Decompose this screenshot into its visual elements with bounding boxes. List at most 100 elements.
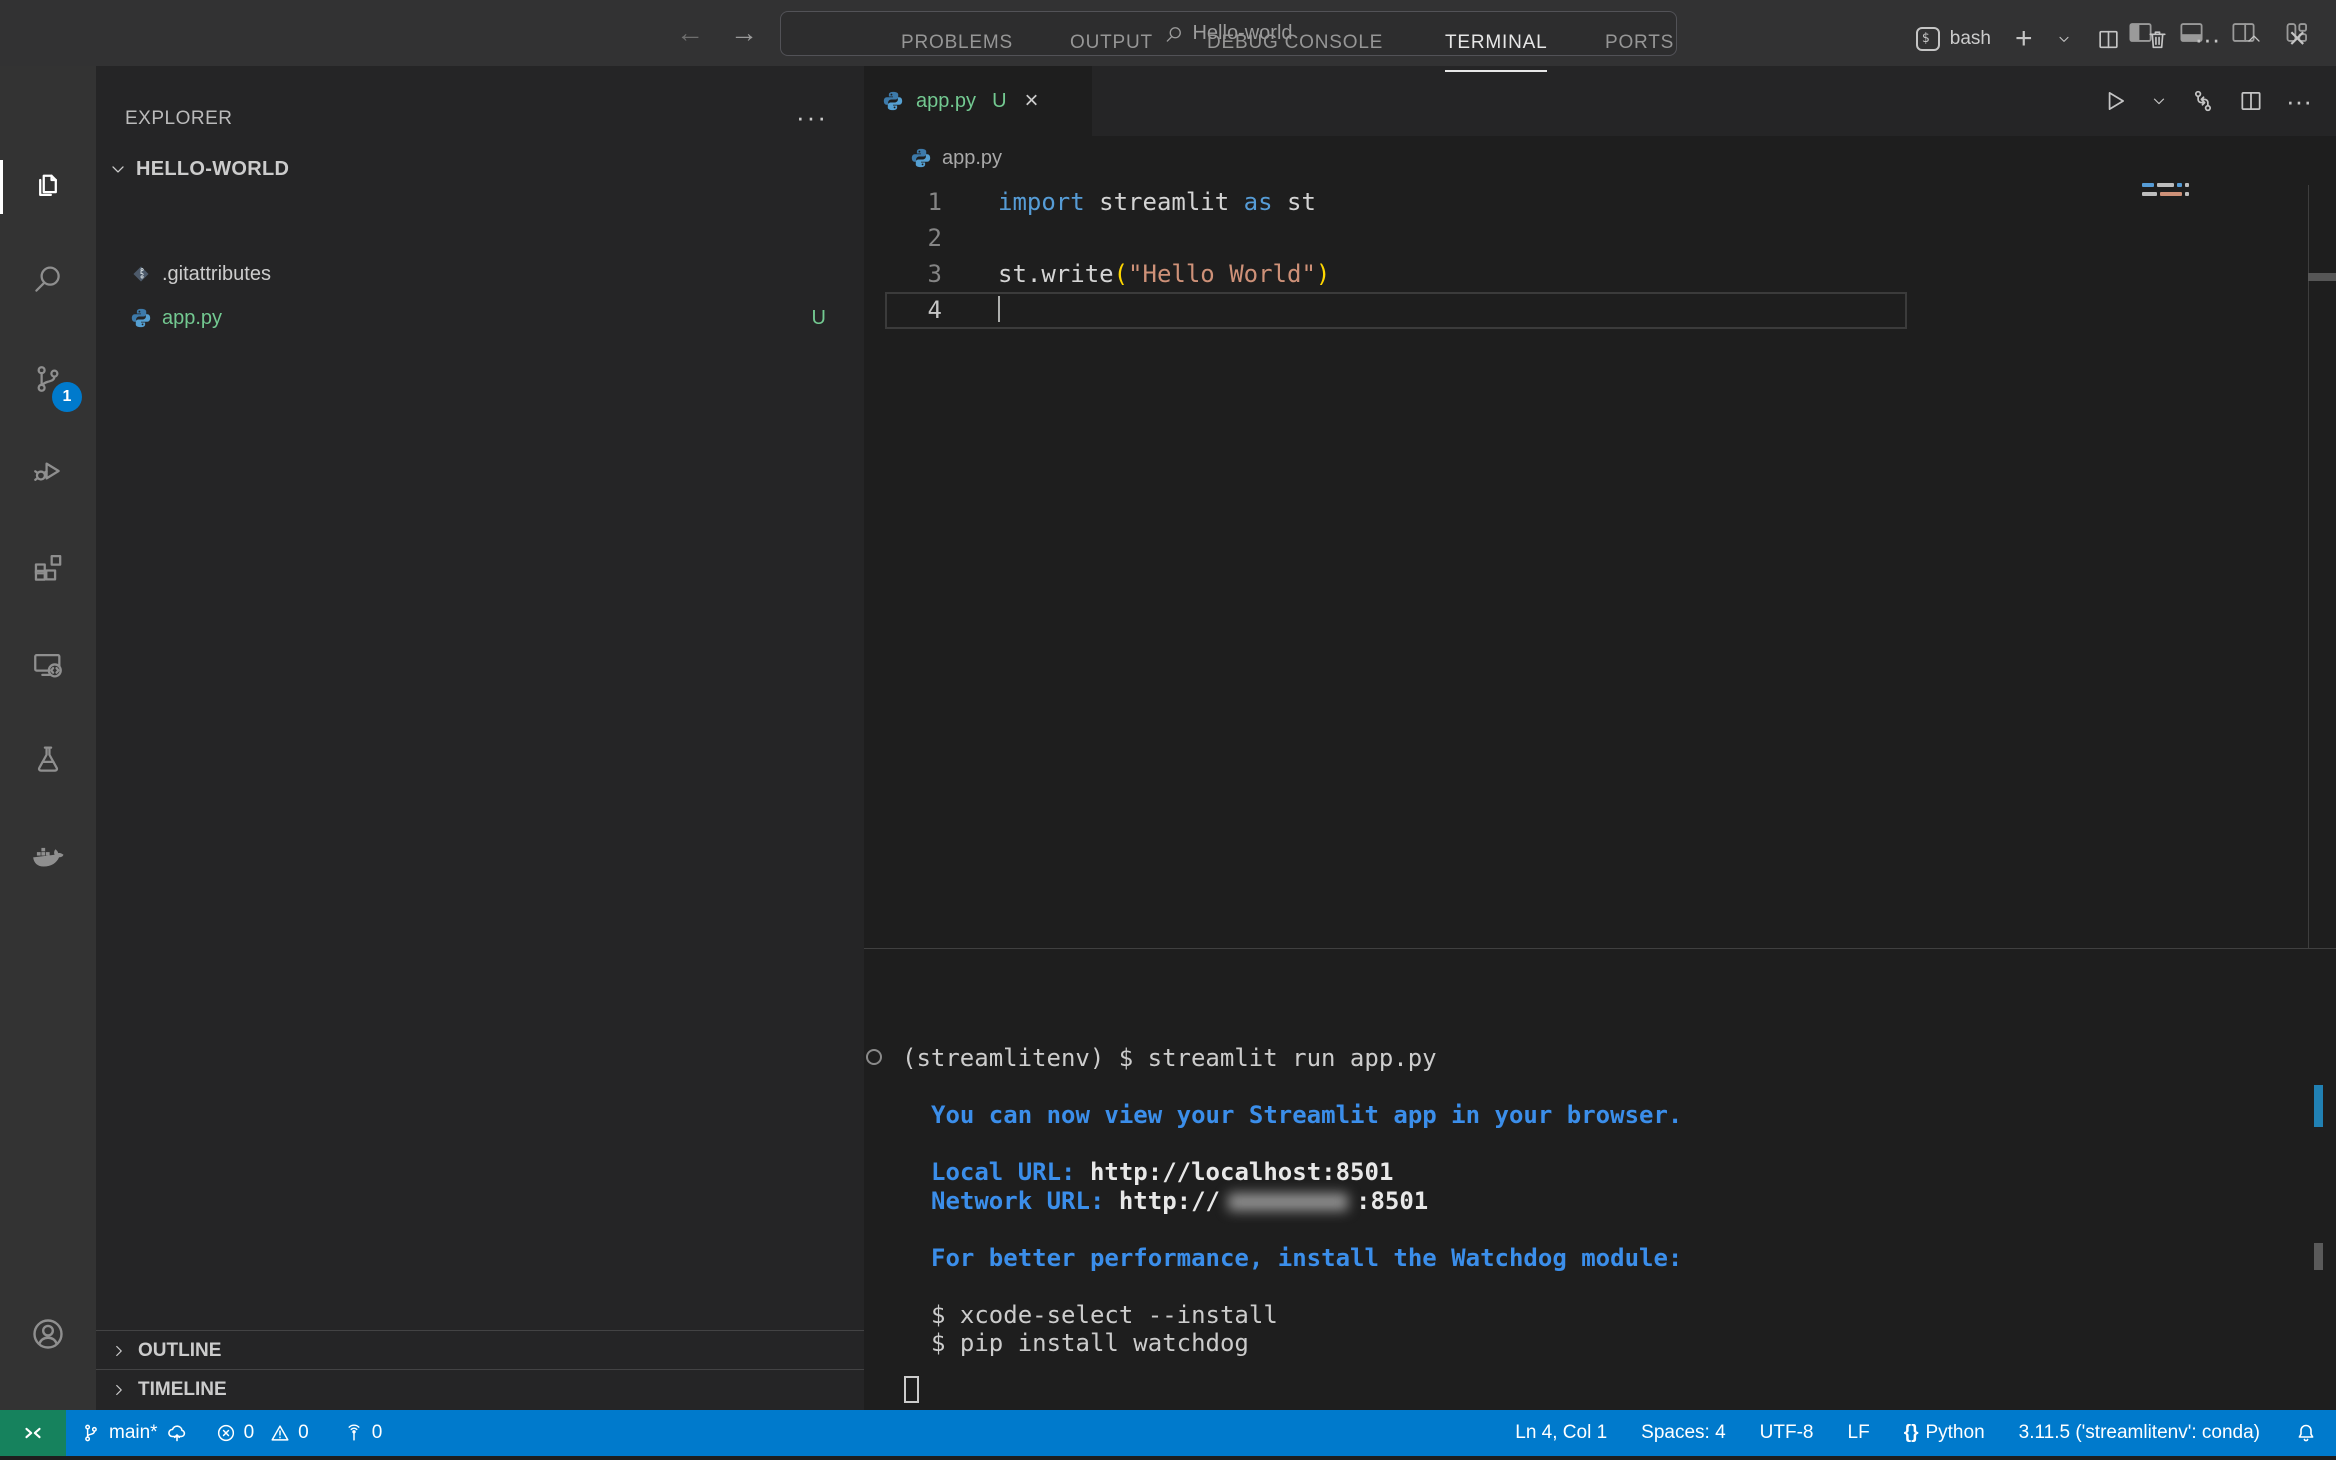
errors-icon xyxy=(215,1422,237,1444)
activity-bar: 1 ⚙ xyxy=(0,66,96,1410)
run-dropdown-chevron-icon[interactable] xyxy=(2150,92,2168,110)
remote-icon xyxy=(20,1420,46,1446)
breadcrumb[interactable]: app.py xyxy=(864,136,2336,180)
tab-debug-console[interactable]: DEBUG CONSOLE xyxy=(1207,28,1383,70)
warnings-count: 0 xyxy=(298,1422,309,1444)
terminal-line: $ xcode-select --install xyxy=(902,1301,1682,1330)
explorer-sidebar: EXPLORER ··· HELLO-WORLD .gitattributes … xyxy=(96,66,864,1410)
tab-terminal[interactable]: TERMINAL xyxy=(1445,28,1547,72)
redacted-ip xyxy=(1228,1193,1348,1211)
outline-section-header[interactable]: OUTLINE xyxy=(96,1330,864,1370)
ports-count: 0 xyxy=(372,1422,383,1444)
timeline-label: TIMELINE xyxy=(138,1379,227,1401)
close-panel-icon[interactable]: × xyxy=(2288,26,2306,52)
python-file-icon xyxy=(910,147,932,169)
account-icon xyxy=(30,1316,66,1352)
sidebar-item-run-debug[interactable] xyxy=(0,439,96,503)
language-mode-item[interactable]: {} Python xyxy=(1904,1410,1985,1456)
publish-cloud-icon xyxy=(165,1421,189,1445)
editor-cursor xyxy=(998,296,1000,322)
remote-indicator[interactable] xyxy=(0,1410,66,1456)
terminal-launch-chevron-icon[interactable] xyxy=(2056,31,2072,47)
terminal-line: $ pip install watchdog xyxy=(902,1329,1682,1358)
folder-name: HELLO-WORLD xyxy=(136,158,289,181)
editor-scrollbar-thumb[interactable] xyxy=(2308,273,2336,281)
branch-status-item[interactable]: main* xyxy=(80,1410,189,1456)
git-branch-icon xyxy=(80,1422,102,1444)
folder-row-hello-world[interactable]: HELLO-WORLD xyxy=(96,147,864,191)
sidebar-item-search[interactable] xyxy=(0,247,96,311)
sidebar-item-docker[interactable] xyxy=(0,824,96,888)
terminal-line: You can now view your Streamlit app in y… xyxy=(902,1101,1682,1130)
branch-label: main* xyxy=(109,1422,158,1444)
terminal-output[interactable]: (streamlitenv) $ streamlit run app.py Yo… xyxy=(902,1044,1682,1358)
sidebar-item-extensions[interactable] xyxy=(0,536,96,600)
run-python-file-icon[interactable] xyxy=(2102,88,2128,114)
run-debug-icon xyxy=(31,454,65,488)
maximize-panel-icon[interactable] xyxy=(2244,29,2264,49)
docker-icon xyxy=(30,838,66,874)
cursor-position-item[interactable]: Ln 4, Col 1 xyxy=(1515,1410,1607,1456)
tab-app-py[interactable]: app.py U × xyxy=(864,66,1092,136)
explorer-more-actions-icon[interactable]: ··· xyxy=(796,102,828,133)
line-number: 3 xyxy=(864,256,942,292)
breadcrumb-item: app.py xyxy=(942,147,1002,170)
bash-icon: $ xyxy=(1916,27,1940,51)
navigate-back-icon[interactable]: ← xyxy=(676,16,704,50)
indentation-item[interactable]: Spaces: 4 xyxy=(1641,1410,1726,1456)
split-editor-icon[interactable] xyxy=(2238,88,2264,114)
terminal-scrollbar-thumb[interactable] xyxy=(2314,1243,2323,1270)
source-control-badge: 1 xyxy=(52,382,82,412)
sidebar-item-explorer[interactable] xyxy=(0,153,96,217)
explorer-title: EXPLORER xyxy=(125,108,232,130)
ports-status-item[interactable]: 0 xyxy=(343,1410,383,1456)
split-terminal-icon[interactable] xyxy=(2096,27,2121,52)
navigate-forward-icon[interactable]: → xyxy=(730,16,758,50)
tab-label: app.py xyxy=(916,90,976,113)
search-icon xyxy=(31,262,65,296)
radio-tower-icon xyxy=(343,1422,365,1444)
file-row-gitattributes[interactable]: .gitattributes xyxy=(96,252,864,296)
close-icon[interactable]: × xyxy=(1025,88,1039,114)
editor-more-actions-icon[interactable]: ··· xyxy=(2286,88,2312,114)
code-line-1: import streamlit as st xyxy=(998,184,1316,220)
terminal-line: For better performance, install the Watc… xyxy=(902,1244,1682,1273)
tab-output[interactable]: OUTPUT xyxy=(1070,28,1153,70)
remote-explorer-icon xyxy=(31,648,65,682)
notifications-bell-icon[interactable] xyxy=(2294,1421,2318,1445)
line-number-active: 4 xyxy=(864,292,942,328)
sidebar-item-remote-explorer[interactable] xyxy=(0,633,96,697)
file-row-app-py[interactable]: app.py U xyxy=(96,296,864,340)
terminal-line-blank xyxy=(902,1215,1682,1244)
terminal-line: Network URL: http://:8501 xyxy=(902,1187,1682,1216)
new-terminal-icon[interactable]: + xyxy=(2015,26,2033,52)
open-changes-icon[interactable] xyxy=(2190,88,2216,114)
problems-status-item[interactable]: 0 0 xyxy=(215,1410,309,1456)
errors-count: 0 xyxy=(244,1422,255,1444)
terminal-profile[interactable]: $ bash xyxy=(1916,27,1991,51)
python-interpreter-item[interactable]: 3.11.5 ('streamlitenv': conda) xyxy=(2019,1410,2260,1456)
python-file-icon xyxy=(130,307,152,329)
encoding-item[interactable]: UTF-8 xyxy=(1760,1410,1814,1456)
accounts-button[interactable] xyxy=(0,1302,96,1366)
kill-terminal-icon[interactable] xyxy=(2145,27,2170,52)
line-number: 1 xyxy=(864,184,942,220)
tab-problems[interactable]: PROBLEMS xyxy=(901,28,1013,70)
files-icon xyxy=(31,168,65,202)
eol-item[interactable]: LF xyxy=(1848,1410,1870,1456)
sidebar-item-source-control[interactable] xyxy=(0,347,96,411)
panel-more-actions-icon[interactable]: ··· xyxy=(2194,26,2220,52)
chevron-down-icon xyxy=(108,159,128,179)
outline-label: OUTLINE xyxy=(138,1340,221,1362)
command-decoration-icon[interactable] xyxy=(866,1049,882,1065)
chevron-right-icon xyxy=(110,1342,128,1360)
tab-ports[interactable]: PORTS xyxy=(1605,28,1674,70)
warnings-icon xyxy=(269,1422,291,1444)
timeline-section-header[interactable]: TIMELINE xyxy=(96,1369,864,1409)
tab-git-badge: U xyxy=(992,90,1006,113)
vscode-window: { "window": { "search_label": "Hello-wor… xyxy=(0,0,2336,1456)
sidebar-item-testing[interactable] xyxy=(0,727,96,791)
shell-label: bash xyxy=(1950,28,1991,50)
code-line-3: st.write("Hello World") xyxy=(998,256,1330,292)
terminal-line-blank xyxy=(902,1272,1682,1301)
